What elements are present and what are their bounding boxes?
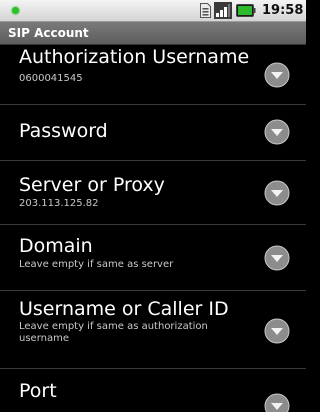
pref-authorization-username[interactable]: Authorization Username 0600041545 (0, 45, 306, 104)
pref-password[interactable]: Password (0, 105, 306, 160)
chevron-down-icon (264, 245, 290, 271)
pref-summary: 203.113.125.82 (19, 198, 99, 209)
signal-strength-icon (214, 2, 232, 19)
pref-domain[interactable]: Domain Leave empty if same as server (0, 225, 306, 290)
pref-summary: Leave empty if same as authorization use… (19, 321, 208, 344)
pref-title: Username or Caller ID (19, 298, 229, 320)
sim-card-icon (200, 3, 211, 18)
pref-title: Server or Proxy (19, 174, 165, 196)
pref-server-or-proxy[interactable]: Server or Proxy 203.113.125.82 (0, 161, 306, 224)
chevron-down-icon (264, 393, 290, 412)
status-bar: 19:58 (0, 0, 306, 22)
pref-summary: Leave empty if same as server (19, 259, 174, 270)
clock: 19:58 (262, 3, 304, 18)
chevron-down-icon (264, 318, 290, 344)
battery-icon (236, 4, 256, 17)
screen: 19:58 SIP Account Authorization Username… (0, 0, 306, 412)
pref-port[interactable]: Port (0, 369, 306, 412)
pref-title: Password (19, 120, 108, 142)
chevron-down-icon (264, 62, 290, 88)
chevron-down-icon (264, 119, 290, 145)
notification-dot-icon[interactable] (12, 7, 19, 14)
chevron-down-icon (264, 180, 290, 206)
pref-username-or-caller-id[interactable]: Username or Caller ID Leave empty if sam… (0, 291, 306, 368)
pref-summary: 0600041545 (19, 73, 83, 84)
title-bar: SIP Account (0, 22, 306, 45)
pref-title: Authorization Username (19, 46, 250, 68)
page-title: SIP Account (8, 26, 89, 40)
pref-title: Port (19, 380, 57, 402)
pref-title: Domain (19, 235, 93, 257)
